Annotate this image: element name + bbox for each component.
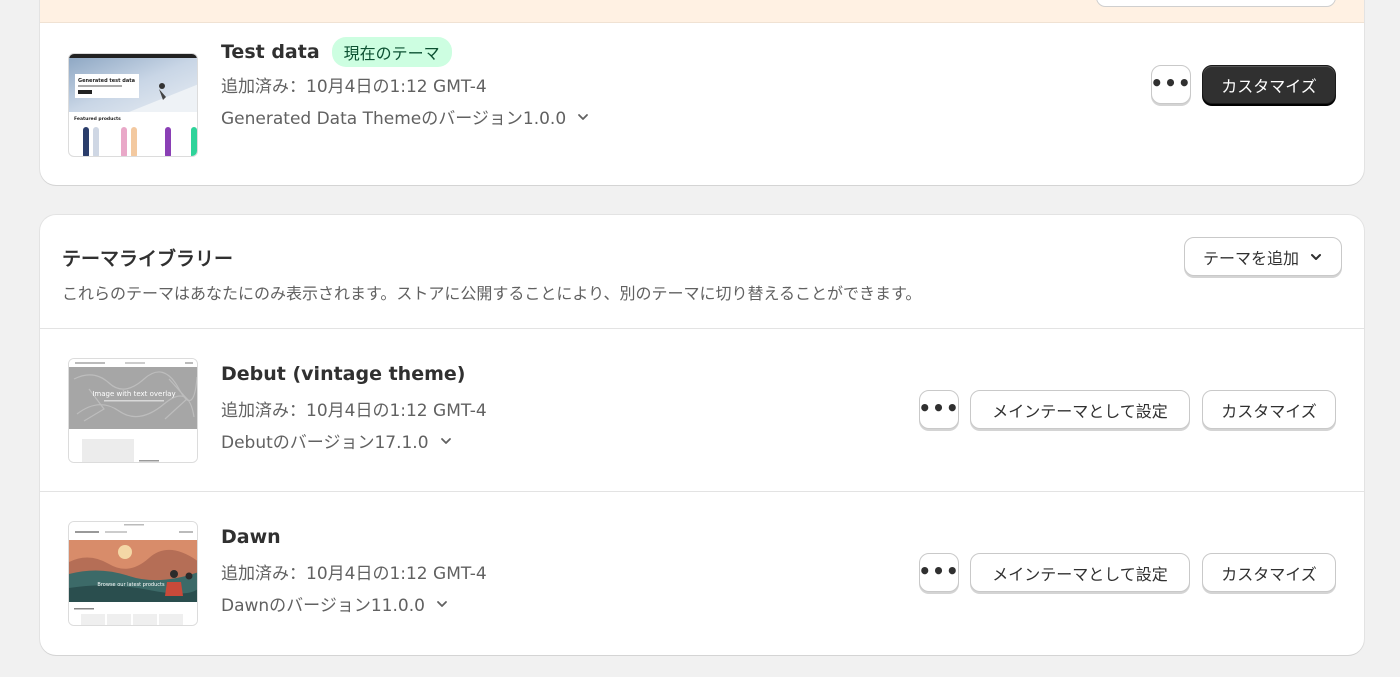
theme-version: Dawnのバージョン11.0.0 [221,596,425,616]
publish-button[interactable]: メインテーマとして設定 [970,390,1190,429]
theme-name: Debut (vintage theme) [221,363,466,385]
theme-version: Debutのバージョン17.1.0 [221,433,429,453]
theme-thumbnail: Generated test data Featured products [68,53,198,157]
theme-added-date: 追加済み：10月4日の1:12 GMT-4 [221,564,487,584]
customize-button[interactable]: カスタマイズ [1202,553,1336,592]
customize-button[interactable]: カスタマイズ [1202,390,1336,429]
current-theme-badge: 現在のテーマ [331,37,452,67]
theme-added-date: 追加済み：10月4日の1:12 GMT-4 [221,77,487,97]
theme-name: Dawn [221,526,281,548]
library-theme-title: Debut (vintage theme) [221,363,465,385]
thumb-hero-title: Browse our latest products [97,582,165,588]
library-theme-row: Image with text overlay Debut (vintage t… [40,329,1364,491]
library-theme-row: Browse our latest products Dawn 追加済み：10月… [40,492,1364,655]
customize-button[interactable]: カスタマイズ [1202,65,1336,104]
thumb-hero-title: Generated test data [78,78,135,84]
more-icon: ••• [1150,70,1192,95]
publish-button[interactable]: メインテーマとして設定 [970,553,1190,592]
notice-banner [40,0,1364,23]
theme-thumbnail: Image with text overlay [68,358,198,463]
library-theme-title: Dawn [221,526,281,548]
current-theme-title: Test data 現在のテーマ [221,37,452,67]
theme-added-date: 追加済み：10月4日の1:12 GMT-4 [221,401,487,421]
theme-thumbnail: Browse our latest products [68,521,198,626]
dawn-preview-image: Browse our latest products [69,522,197,625]
theme-library-card: テーマライブラリー これらのテーマはあなたにのみ表示されます。ストアに公開するこ… [40,215,1364,655]
more-actions-button[interactable]: ••• [1150,65,1192,104]
more-icon: ••• [918,395,960,420]
chevron-down-icon [578,113,589,120]
theme-version-toggle[interactable]: Debutのバージョン17.1.0 [221,428,453,453]
thumb-hero-title: Image with text overlay [92,390,175,398]
chevron-down-icon [440,437,451,444]
more-actions-button[interactable]: ••• [918,390,960,429]
current-theme-card: Generated test data Featured products Te… [40,0,1364,185]
theme-version: Generated Data Themeのバージョン1.0.0 [221,109,567,129]
test-data-preview-image: Generated test data Featured products [69,54,197,156]
library-description: これらのテーマはあなたにのみ表示されます。ストアに公開することにより、別のテーマ… [62,284,922,303]
debut-preview-image: Image with text overlay [69,359,197,462]
chevron-down-icon [1311,253,1321,260]
chevron-down-icon [437,600,447,607]
theme-version-toggle[interactable]: Generated Data Themeのバージョン1.0.0 [221,104,590,129]
theme-name: Test data [221,41,320,63]
banner-button[interactable] [1096,0,1336,7]
more-icon: ••• [918,558,960,583]
thumb-section-title: Featured products [74,116,121,122]
current-theme-row: Generated test data Featured products Te… [40,23,1364,185]
add-theme-label: テーマを追加 [1202,248,1299,268]
library-title: テーマライブラリー [62,248,234,270]
theme-version-toggle[interactable]: Dawnのバージョン11.0.0 [221,591,449,616]
add-theme-button[interactable]: テーマを追加 [1184,237,1342,276]
more-actions-button[interactable]: ••• [918,553,960,592]
